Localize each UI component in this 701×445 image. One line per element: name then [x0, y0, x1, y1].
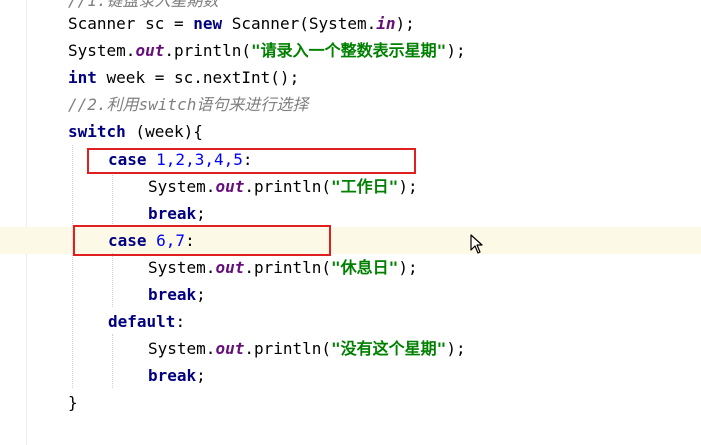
code-line-int-week[interactable]: int week = sc.nextInt();	[0, 64, 701, 91]
code-line-break-3[interactable]: break;	[0, 362, 701, 389]
code-line-default[interactable]: default:	[0, 308, 701, 335]
code-text: Scanner(System.	[222, 14, 377, 33]
code-text: System.	[148, 258, 216, 277]
indent-guide	[112, 253, 113, 307]
code-text: .println(	[164, 41, 252, 60]
code-text: System.	[68, 41, 136, 60]
string-literal: "工作日"	[331, 177, 399, 196]
code-editor[interactable]: //1.键盘录入星期数 Scanner sc = new Scanner(Sys…	[0, 0, 701, 445]
indent-guide	[112, 334, 113, 388]
mouse-pointer-icon	[470, 234, 483, 254]
code-text: );	[398, 258, 418, 277]
highlight-box-case-6-7	[73, 225, 331, 256]
code-line-println-workday[interactable]: System.out.println("工作日");	[0, 173, 701, 200]
highlight-box-case-1-5	[87, 148, 416, 174]
string-literal: "请录入一个整数表示星期"	[251, 41, 447, 60]
field-out: out	[215, 339, 245, 358]
code-text: );	[395, 14, 415, 33]
code-text: System.	[148, 339, 216, 358]
code-text: .println(	[244, 258, 332, 277]
code-line-break-2[interactable]: break;	[0, 281, 701, 308]
code-line-scanner[interactable]: Scanner sc = new Scanner(System.in);	[0, 10, 701, 37]
code-text: ;	[196, 285, 206, 304]
comment-text: //2.利用switch语句来进行选择	[68, 95, 309, 114]
code-text: .println(	[244, 177, 332, 196]
code-line-break-1[interactable]: break;	[0, 200, 701, 227]
field-in: in	[376, 14, 396, 33]
field-out: out	[135, 41, 165, 60]
code-line-println-prompt[interactable]: System.out.println("请录入一个整数表示星期");	[0, 37, 701, 64]
field-out: out	[215, 258, 245, 277]
keyword-break: break	[148, 204, 197, 223]
indent-guide	[112, 172, 113, 226]
comment-text: //1.键盘录入星期数	[68, 0, 219, 10]
code-line-println-none[interactable]: System.out.println("没有这个星期");	[0, 335, 701, 362]
code-text: :	[175, 312, 186, 331]
code-text: );	[398, 177, 418, 196]
string-literal: "休息日"	[331, 258, 399, 277]
code-text: );	[446, 41, 466, 60]
keyword-int: int	[68, 68, 97, 87]
code-text: );	[446, 339, 466, 358]
indent-guide	[72, 145, 73, 388]
keyword-break: break	[148, 366, 197, 385]
keyword-switch: switch	[68, 122, 126, 141]
code-text: ;	[196, 366, 206, 385]
code-text: (week){	[125, 122, 203, 141]
code-text: System.	[148, 177, 216, 196]
keyword-default: default	[108, 312, 176, 331]
code-line-comment-2[interactable]: //2.利用switch语句来进行选择	[0, 91, 701, 118]
code-text: }	[68, 393, 78, 412]
code-text: .println(	[244, 339, 332, 358]
code-line-switch[interactable]: switch (week){	[0, 118, 701, 145]
field-out: out	[215, 177, 245, 196]
code-line-println-restday[interactable]: System.out.println("休息日");	[0, 254, 701, 281]
keyword-break: break	[148, 285, 197, 304]
string-literal: "没有这个星期"	[331, 339, 447, 358]
code-line-close-brace[interactable]: }	[0, 389, 701, 416]
keyword-new: new	[193, 14, 223, 33]
code-text: Scanner sc =	[68, 14, 194, 33]
code-text: week = sc.nextInt();	[96, 68, 300, 87]
code-text: ;	[196, 204, 206, 223]
